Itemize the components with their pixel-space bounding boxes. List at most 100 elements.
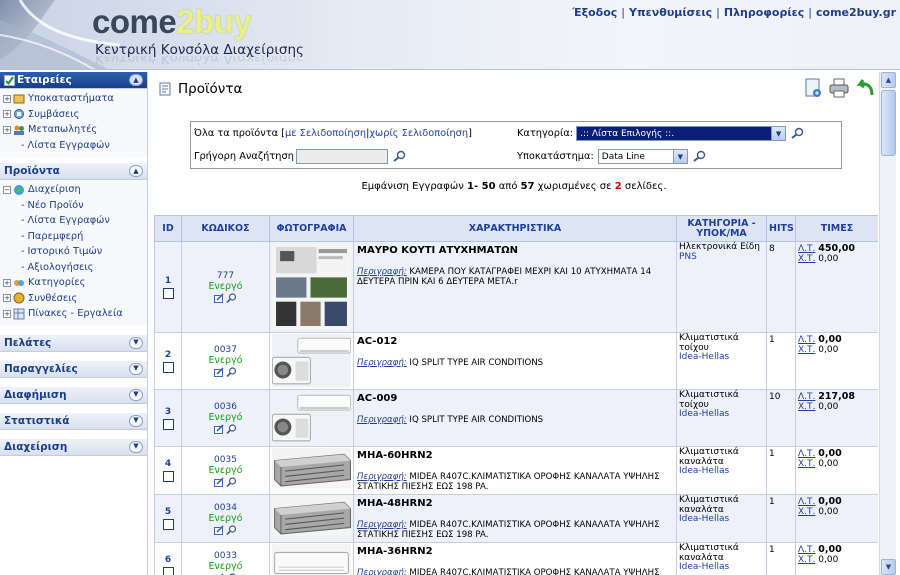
print-icon[interactable] <box>828 77 850 99</box>
status-badge[interactable]: Ενεργό <box>182 513 269 524</box>
row-checkbox[interactable] <box>162 418 174 430</box>
col-hits[interactable]: HITS <box>766 215 796 242</box>
product-photo[interactable] <box>272 391 351 444</box>
search-icon[interactable] <box>226 524 237 535</box>
search-icon[interactable] <box>226 293 237 304</box>
search-icon[interactable] <box>790 127 806 140</box>
col-category[interactable]: ΚΑΤΗΓΟΡΙΑ - ΥΠΟΚ/ΜΑ <box>676 215 767 242</box>
expand-section-icon[interactable]: ▼ <box>129 362 143 375</box>
col-code[interactable]: ΚΩΔΙΚΟΣ <box>181 215 270 242</box>
sidebar-item-products-list[interactable]: - Λίστα Εγγραφών <box>0 213 147 229</box>
sidebar-item-tables-tools[interactable]: + Πίνακες - Εργαλεία <box>0 306 147 322</box>
edit-icon[interactable] <box>214 293 225 303</box>
new-document-icon[interactable] <box>802 77 824 99</box>
expand-icon[interactable]: + <box>3 278 11 287</box>
product-supplier[interactable]: Idea-Hellas <box>679 409 764 420</box>
table-row[interactable]: 1 777 Ενεργό ΜΑΥΡΟ ΚΟΥΤΙ ΑΤΥΧΗΜΑΤΩΝ Περιγραφ… <box>154 241 878 333</box>
scroll-up-icon[interactable]: ▲ <box>881 72 896 88</box>
status-badge[interactable]: Ενεργό <box>182 465 269 476</box>
sidebar-item-management[interactable]: − Διαχείριση <box>0 182 147 198</box>
edit-icon[interactable] <box>214 367 225 377</box>
sidebar-section-companies[interactable]: Εταιρείες ▲ <box>0 72 147 89</box>
product-photo[interactable] <box>272 544 351 575</box>
logout-link[interactable]: Έξοδος <box>572 6 617 19</box>
expand-section-icon[interactable]: ▼ <box>129 388 143 401</box>
search-icon[interactable] <box>226 367 237 378</box>
product-code[interactable]: 0034 <box>182 503 269 513</box>
product-code[interactable]: 777 <box>182 271 269 281</box>
row-checkbox[interactable] <box>162 361 174 373</box>
sidebar-item-reviews[interactable]: - Αξιολογήσεις <box>0 260 147 276</box>
sidebar-section-statistics[interactable]: Στατιστικά ▼ <box>0 412 147 430</box>
product-name[interactable]: AC-009 <box>357 393 673 404</box>
sidebar-section-customers[interactable]: Πελάτες ▼ <box>0 334 147 352</box>
row-checkbox[interactable] <box>162 287 174 299</box>
collapse-icon[interactable]: ▲ <box>129 74 143 86</box>
scroll-thumb[interactable] <box>881 90 896 156</box>
product-supplier[interactable]: Idea-Hellas <box>679 466 764 477</box>
site-link[interactable]: come2buy.gr <box>816 6 896 19</box>
product-photo[interactable] <box>272 448 351 488</box>
reminders-link[interactable]: Υπενθυμίσεις <box>629 6 712 19</box>
sidebar-section-administration[interactable]: Διαχείριση ▼ <box>0 438 147 456</box>
status-badge[interactable]: Ενεργό <box>182 355 269 366</box>
chevron-down-icon[interactable]: ▼ <box>771 127 786 140</box>
expand-section-icon[interactable]: ▼ <box>129 336 143 349</box>
chevron-down-icon[interactable]: ▼ <box>672 150 687 163</box>
expand-icon[interactable]: + <box>3 125 11 134</box>
table-row[interactable]: 6 0033 Ενεργό MHA-36HRN2 Περιγραφή: MIDEA R4… <box>154 542 878 575</box>
vertical-scrollbar[interactable]: ▲ ▼ <box>879 72 896 575</box>
product-supplier[interactable]: Idea-Hellas <box>679 352 764 363</box>
expand-icon[interactable]: + <box>3 294 11 303</box>
expand-icon[interactable]: + <box>3 309 11 318</box>
product-code[interactable]: 0035 <box>182 455 269 465</box>
sidebar-item-new-product[interactable]: - Νέο Προϊόν <box>0 198 147 214</box>
sidebar-item-price-history[interactable]: - Ιστορικό Τιμών <box>0 244 147 260</box>
sidebar-item-resellers[interactable]: + Μεταπωλητές <box>0 122 147 138</box>
sidebar-item-contracts[interactable]: + Συμβάσεις <box>0 107 147 123</box>
col-features[interactable]: ΧΑΡΑΚΤΗΡΙΣΤΙΚΑ <box>353 215 677 242</box>
table-row[interactable]: 5 0034 Ενεργό MHA-48HRN2 Περιγραφή: MIDEA R4… <box>154 494 878 543</box>
info-link[interactable]: Πληροφορίες <box>724 6 804 19</box>
product-supplier[interactable]: PNS <box>679 252 764 263</box>
col-id[interactable]: ID <box>154 215 182 242</box>
col-prices[interactable]: ΤΙΜΕΣ <box>795 215 878 242</box>
edit-icon[interactable] <box>214 524 225 535</box>
product-supplier[interactable]: Idea-Hellas <box>679 562 764 573</box>
product-code[interactable]: 0036 <box>182 402 269 412</box>
product-name[interactable]: MHA-36HRN2 <box>357 546 673 557</box>
sidebar-item-branches[interactable]: + Υποκαταστήματα <box>0 91 147 107</box>
sidebar-section-orders[interactable]: Παραγγελίες ▼ <box>0 360 147 378</box>
product-supplier[interactable]: Idea-Hellas <box>679 514 764 525</box>
expand-icon[interactable]: + <box>3 110 11 119</box>
search-icon[interactable] <box>692 150 708 163</box>
without-paging-link[interactable]: χωρίς Σελιδοποίηση <box>369 128 468 139</box>
table-row[interactable]: 3 0036 Ενεργό AC-009 Περιγραφή: IQ SPLIT TYP… <box>154 389 878 447</box>
sidebar-item-categories[interactable]: + Κατηγορίες <box>0 275 147 291</box>
col-photo[interactable]: ΦΩΤΟΓΡΑΦΙΑ <box>269 215 354 242</box>
product-code[interactable]: 0033 <box>182 551 269 561</box>
with-paging-link[interactable]: με Σελιδοποίηση <box>285 128 366 139</box>
search-icon[interactable] <box>392 150 408 163</box>
expand-section-icon[interactable]: ▼ <box>129 440 143 453</box>
sidebar-section-products[interactable]: Προϊόντα ▲ <box>0 163 147 180</box>
status-badge[interactable]: Ενεργό <box>182 561 269 572</box>
product-photo[interactable] <box>272 243 351 330</box>
table-row[interactable]: 2 0037 Ενεργό AC-012 Περιγραφή: IQ SPLIT TYP… <box>154 332 878 390</box>
app-logo[interactable]: come2buy <box>92 4 252 40</box>
product-photo[interactable] <box>272 334 351 387</box>
search-icon[interactable] <box>226 424 237 435</box>
sidebar-item-companies-list[interactable]: - Λίστα Εγγραφών <box>0 138 147 154</box>
row-checkbox[interactable] <box>162 519 174 530</box>
product-name[interactable]: MHA-60HRN2 <box>357 450 673 461</box>
expand-section-icon[interactable]: ▼ <box>129 414 143 427</box>
status-badge[interactable]: Ενεργό <box>182 281 269 292</box>
quick-search-input[interactable] <box>295 149 388 164</box>
product-code[interactable]: 0037 <box>182 345 269 355</box>
edit-icon[interactable] <box>214 476 225 487</box>
sidebar-item-compositions[interactable]: + Συνθέσεις <box>0 291 147 307</box>
collapse-tree-icon[interactable]: − <box>3 185 11 194</box>
sidebar-item-related[interactable]: - Παρεμφερή <box>0 229 147 245</box>
product-name[interactable]: MHA-48HRN2 <box>357 498 673 509</box>
product-name[interactable]: ΜΑΥΡΟ ΚΟΥΤΙ ΑΤΥΧΗΜΑΤΩΝ <box>357 245 673 256</box>
